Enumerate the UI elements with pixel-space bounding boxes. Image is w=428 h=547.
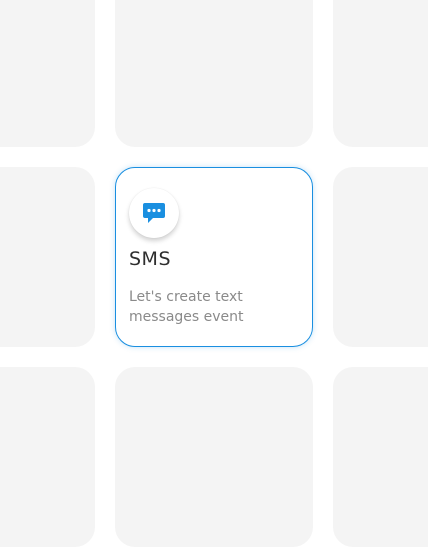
card-title: SMS	[129, 248, 172, 270]
placeholder-card	[115, 367, 313, 547]
placeholder-card	[115, 0, 313, 147]
chat-bubble-icon	[141, 200, 167, 226]
card-description: Let's create text messages event	[129, 289, 244, 325]
sms-icon-badge	[129, 188, 179, 238]
placeholder-card	[333, 367, 428, 547]
placeholder-card	[0, 367, 95, 547]
placeholder-card	[0, 0, 95, 147]
placeholder-card	[333, 167, 428, 347]
placeholder-card	[0, 167, 95, 347]
card-grid: SMS Let's create text messages event	[0, 0, 428, 547]
sms-event-card[interactable]: SMS Let's create text messages event	[115, 167, 313, 347]
placeholder-card	[333, 0, 428, 147]
